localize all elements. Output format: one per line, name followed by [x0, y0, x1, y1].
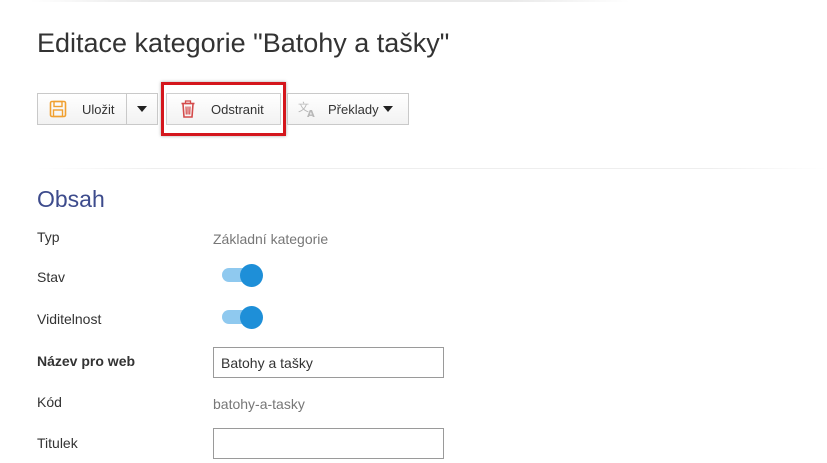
code-value: batohy-a-tasky	[213, 396, 305, 412]
type-label: Typ	[37, 229, 60, 245]
code-label: Kód	[37, 394, 62, 410]
visibility-toggle[interactable]	[222, 306, 264, 329]
section-divider	[37, 168, 827, 169]
toggle-knob	[240, 306, 263, 329]
save-button-label: Uložit	[82, 101, 115, 117]
visibility-label: Viditelnost	[37, 311, 102, 327]
translations-dropdown[interactable]: 文 A Překlady	[287, 93, 409, 125]
title-label: Titulek	[37, 435, 78, 451]
save-button[interactable]: Uložit	[37, 93, 127, 125]
top-border	[30, 0, 630, 2]
category-edit-page: Editace kategorie "Batohy a tašky" Uloži…	[0, 0, 827, 463]
web-name-label: Název pro web	[37, 353, 136, 369]
translate-icon: 文 A	[298, 100, 316, 120]
section-title: Obsah	[37, 186, 105, 212]
page-title: Editace kategorie "Batohy a tašky"	[37, 28, 450, 58]
caret-down-icon	[137, 106, 147, 112]
save-options-dropdown[interactable]	[126, 93, 158, 125]
title-input[interactable]	[213, 428, 444, 459]
status-label: Stav	[37, 269, 66, 285]
translations-label: Překlady	[328, 101, 379, 117]
web-name-input[interactable]	[213, 347, 444, 378]
caret-down-icon	[382, 106, 393, 112]
delete-button-highlight	[161, 82, 286, 136]
svg-text:A: A	[307, 109, 315, 118]
type-value: Základní kategorie	[213, 231, 329, 247]
status-toggle[interactable]	[222, 264, 264, 287]
floppy-disk-icon	[49, 100, 67, 118]
toggle-knob	[240, 264, 263, 287]
